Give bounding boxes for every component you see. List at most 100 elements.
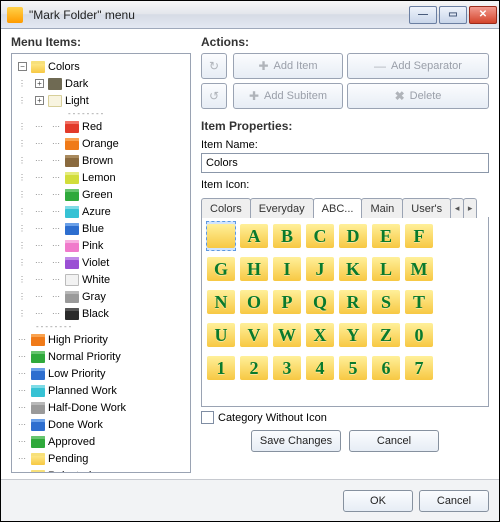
icon-letter-J[interactable]: J	[305, 254, 335, 284]
tree-item-extra[interactable]: ⋯Half-Done Work	[14, 399, 188, 416]
add-separator-button[interactable]: —Add Separator	[347, 53, 489, 79]
tree-item-extra[interactable]: ⋯Rejected	[14, 467, 188, 473]
menu-items-tree[interactable]: − Colors ⋮ + Dark ⋮ + Light -------- ⋮⋯⋯…	[11, 53, 191, 473]
icon-picker[interactable]: ABCDEF GHIJKLM NOPQRST UVWXYZ0 1234567	[201, 217, 489, 407]
expand-icon[interactable]: −	[18, 62, 27, 71]
icon-plain-folder[interactable]	[206, 221, 236, 251]
tree-label: Lemon	[82, 172, 116, 184]
move-up-button[interactable]: ↻	[201, 53, 227, 79]
icon-letter-U[interactable]: U	[206, 320, 236, 350]
icon-letter-L[interactable]: L	[371, 254, 401, 284]
icon-letter-D[interactable]: D	[338, 221, 368, 251]
tree-item-extra[interactable]: ⋯Normal Priority	[14, 348, 188, 365]
tree-item-color[interactable]: ⋮⋯⋯Gray	[14, 288, 188, 305]
move-down-button[interactable]: ↺	[201, 83, 227, 109]
tree-item-extra[interactable]: ⋯Pending	[14, 450, 188, 467]
icon-letter-W[interactable]: W	[272, 320, 302, 350]
minimize-button[interactable]: —	[409, 6, 437, 24]
icon-letter-K[interactable]: K	[338, 254, 368, 284]
letter-glyph: N	[215, 292, 228, 313]
tree-item-color[interactable]: ⋮⋯⋯Black	[14, 305, 188, 322]
tab-users[interactable]: User's	[402, 198, 451, 218]
icon-letter-X[interactable]: X	[305, 320, 335, 350]
icon-letter-B[interactable]: B	[272, 221, 302, 251]
props-cancel-button[interactable]: Cancel	[349, 430, 439, 452]
icon-letter-M[interactable]: M	[404, 254, 434, 284]
icon-letter-S[interactable]: S	[371, 287, 401, 317]
icon-letter-6[interactable]: 6	[371, 353, 401, 383]
folder-icon	[65, 223, 79, 235]
icon-letter-2[interactable]: 2	[239, 353, 269, 383]
icon-letter-I[interactable]: I	[272, 254, 302, 284]
tab-scroll-right[interactable]: ▸	[463, 198, 477, 218]
close-button[interactable]: ✕	[469, 6, 497, 24]
tree-item-color[interactable]: ⋮⋯⋯Pink	[14, 237, 188, 254]
tree-item-color[interactable]: ⋮⋯⋯Violet	[14, 254, 188, 271]
icon-letter-F[interactable]: F	[404, 221, 434, 251]
tree-item-extra[interactable]: ⋯Done Work	[14, 416, 188, 433]
icon-letter-N[interactable]: N	[206, 287, 236, 317]
category-without-icon-checkbox[interactable]	[201, 411, 214, 424]
letter-glyph: H	[247, 259, 261, 280]
expand-icon[interactable]: +	[35, 79, 44, 88]
expand-icon[interactable]: +	[35, 96, 44, 105]
icon-letter-1[interactable]: 1	[206, 353, 236, 383]
tab-colors[interactable]: Colors	[201, 198, 251, 218]
tab-abc[interactable]: ABC...	[313, 198, 363, 218]
tree-item-extra[interactable]: ⋯Planned Work	[14, 382, 188, 399]
icon-letter-A[interactable]: A	[239, 221, 269, 251]
tree-item-color[interactable]: ⋮⋯⋯Red	[14, 118, 188, 135]
delete-button[interactable]: ✖Delete	[347, 83, 489, 109]
icon-letter-T[interactable]: T	[404, 287, 434, 317]
folder-icon	[31, 419, 45, 431]
add-item-button[interactable]: ✚Add Item	[233, 53, 343, 79]
ok-button[interactable]: OK	[343, 490, 413, 512]
tree-item-color[interactable]: ⋮⋯⋯Azure	[14, 203, 188, 220]
icon-letter-3[interactable]: 3	[272, 353, 302, 383]
tree-item-color[interactable]: ⋮⋯⋯Green	[14, 186, 188, 203]
icon-letter-P[interactable]: P	[272, 287, 302, 317]
tree-item-extra[interactable]: ⋯Approved	[14, 433, 188, 450]
icon-letter-V[interactable]: V	[239, 320, 269, 350]
letter-glyph: 3	[283, 358, 292, 379]
tree-item-color[interactable]: ⋮⋯⋯Blue	[14, 220, 188, 237]
icon-letter-5[interactable]: 5	[338, 353, 368, 383]
icon-letter-4[interactable]: 4	[305, 353, 335, 383]
tree-item-color[interactable]: ⋮⋯⋯White	[14, 271, 188, 288]
icon-letter-Y[interactable]: Y	[338, 320, 368, 350]
icon-letter-C[interactable]: C	[305, 221, 335, 251]
folder-icon: 4	[306, 356, 334, 380]
tree-item-color[interactable]: ⋮⋯⋯Brown	[14, 152, 188, 169]
icon-letter-G[interactable]: G	[206, 254, 236, 284]
icon-letter-E[interactable]: E	[371, 221, 401, 251]
folder-icon	[65, 257, 79, 269]
tree-item-color[interactable]: ⋮⋯⋯Lemon	[14, 169, 188, 186]
tree-item-extra[interactable]: ⋯High Priority	[14, 331, 188, 348]
folder-icon: A	[240, 224, 268, 248]
folder-icon	[65, 155, 79, 167]
letter-glyph: F	[414, 226, 425, 247]
tab-main[interactable]: Main	[361, 198, 403, 218]
tree-item-extra[interactable]: ⋯Low Priority	[14, 365, 188, 382]
icon-letter-7[interactable]: 7	[404, 353, 434, 383]
tab-scroll-left[interactable]: ◂	[450, 198, 464, 218]
tab-everyday[interactable]: Everyday	[250, 198, 314, 218]
item-name-input[interactable]	[201, 153, 489, 173]
tree-item-color[interactable]: ⋮⋯⋯Orange	[14, 135, 188, 152]
icon-letter-Q[interactable]: Q	[305, 287, 335, 317]
tree-item-colors[interactable]: − Colors	[14, 58, 188, 75]
letter-glyph: T	[413, 292, 425, 313]
tree-item-light[interactable]: ⋮ + Light	[14, 92, 188, 109]
maximize-button[interactable]: ▭	[439, 6, 467, 24]
add-subitem-button[interactable]: ✚Add Subitem	[233, 83, 343, 109]
footer-cancel-button[interactable]: Cancel	[419, 490, 489, 512]
icon-letter-O[interactable]: O	[239, 287, 269, 317]
icon-letter-Z[interactable]: Z	[371, 320, 401, 350]
icon-letter-R[interactable]: R	[338, 287, 368, 317]
icon-letter-0[interactable]: 0	[404, 320, 434, 350]
save-changes-button[interactable]: Save Changes	[251, 430, 341, 452]
folder-icon	[65, 121, 79, 133]
folder-icon: 0	[405, 323, 433, 347]
tree-item-dark[interactable]: ⋮ + Dark	[14, 75, 188, 92]
icon-letter-H[interactable]: H	[239, 254, 269, 284]
